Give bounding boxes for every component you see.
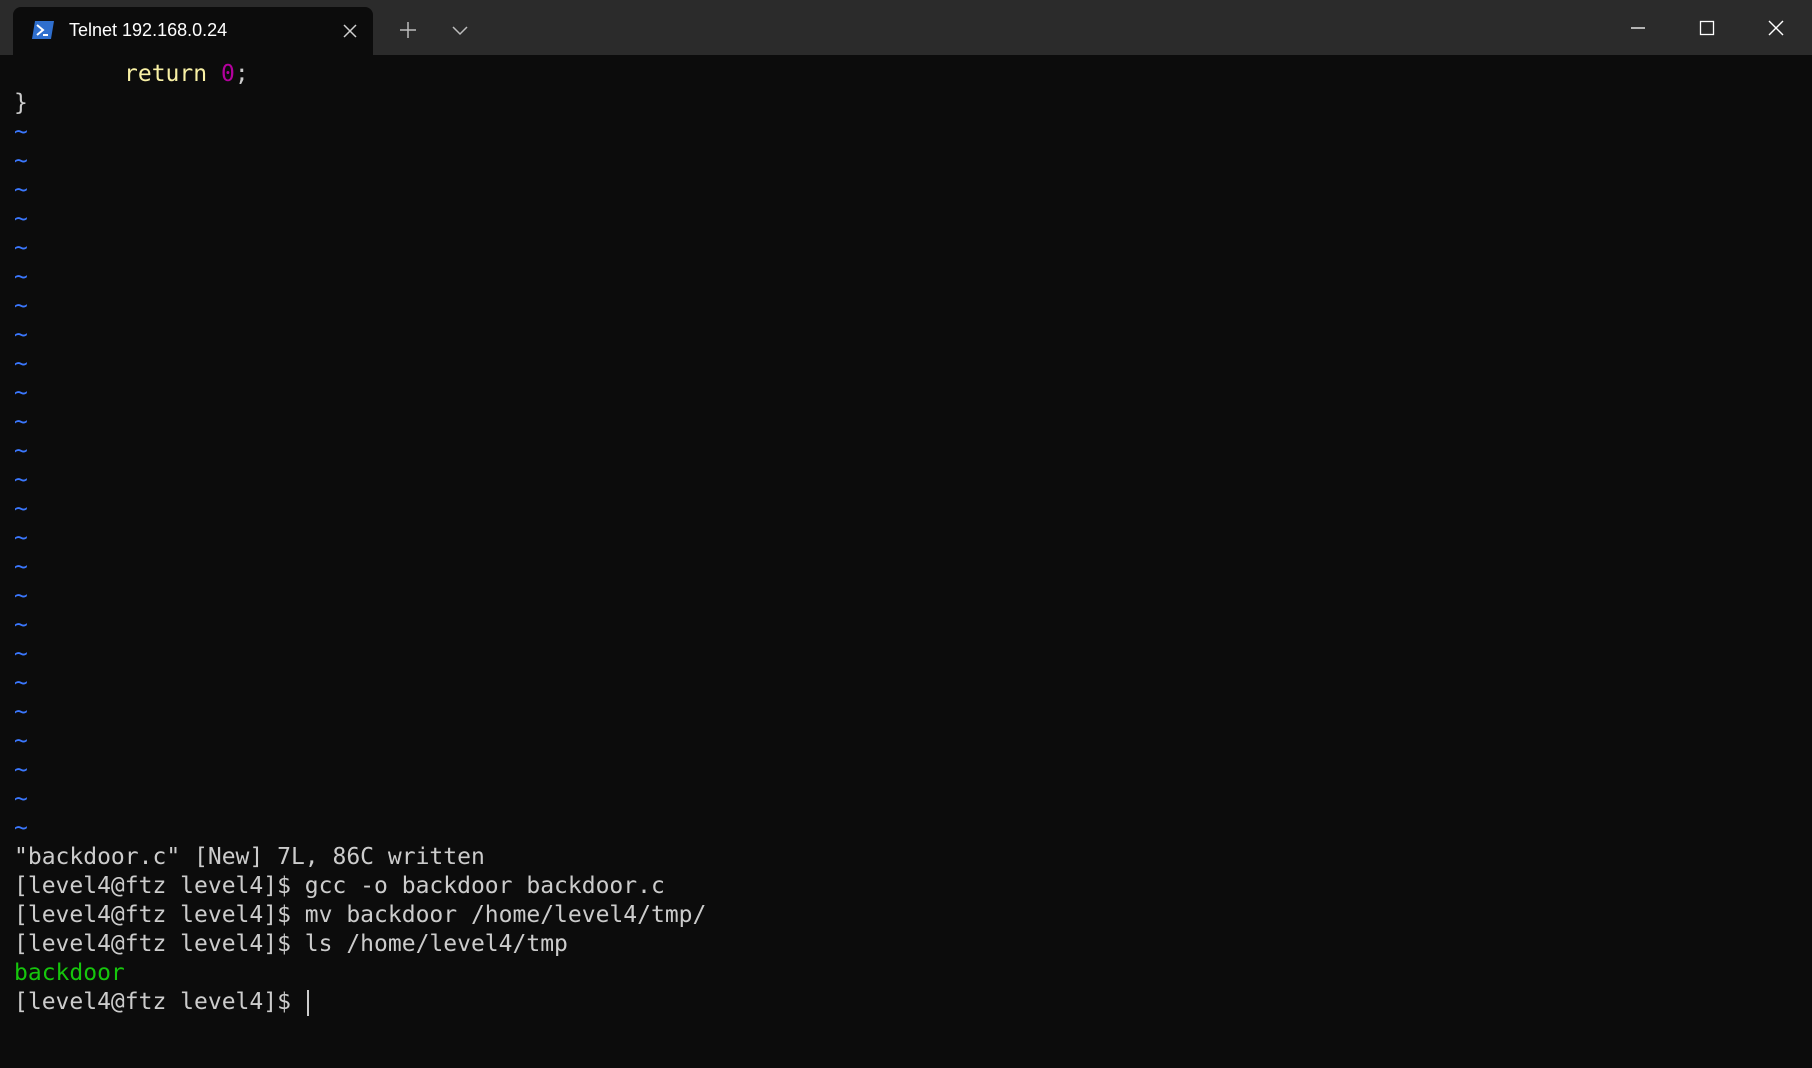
code-line-return: return 0; [14,60,1804,89]
vim-tilde-line: ~ [14,496,28,522]
vim-tilde-line: ~ [14,206,28,232]
vim-tilde-line: ~ [14,728,28,754]
plus-icon[interactable] [390,12,426,48]
shell-line: [level4@ftz level4]$ gcc -o backdoor bac… [14,873,665,899]
shell-line: [level4@ftz level4]$ mv backdoor /home/l… [14,902,707,928]
vim-tilde-line: ~ [14,438,28,464]
close-icon[interactable] [1741,0,1811,55]
vim-tilde-line: ~ [14,699,28,725]
vim-tilde-line: ~ [14,409,28,435]
ls-output-directory: backdoor [14,960,125,986]
code-line-brace: } [14,90,28,116]
vim-tilde-line: ~ [14,670,28,696]
vim-tilde-line: ~ [14,322,28,348]
vim-tilde-line: ~ [14,525,28,551]
vim-tilde-line: ~ [14,264,28,290]
return-keyword: return [124,61,208,87]
vim-tilde-line: ~ [14,177,28,203]
vim-empty-lines: ~ ~ ~ ~ ~ ~ ~ ~ ~ ~ ~ ~ ~ ~ ~ ~ ~ ~ ~ ~ ~ ~ ~ ~ ~ [14,118,1804,843]
shell-line: [level4@ftz level4]$ ls /home/level4/tmp [14,931,568,957]
vim-tilde-line: ~ [14,119,28,145]
tab-telnet[interactable]: Telnet 192.168.0.24 [13,7,373,55]
close-icon[interactable] [337,18,363,44]
terminal-window: Telnet 192.168.0.24 return 0;} ~ ~ ~ ~ … [0,0,1812,1068]
vim-status-message: "backdoor.c" [New] 7L, 86C written [14,844,485,870]
vim-tilde-line: ~ [14,293,28,319]
minimize-icon[interactable] [1603,0,1673,55]
semicolon: ; [234,61,249,87]
vim-tilde-line: ~ [14,815,28,841]
vim-tilde-line: ~ [14,757,28,783]
powershell-icon [31,20,55,40]
vim-tilde-line: ~ [14,554,28,580]
vim-tilde-line: ~ [14,235,28,261]
title-bar[interactable]: Telnet 192.168.0.24 [0,0,1812,55]
vim-tilde-line: ~ [14,148,28,174]
vim-tilde-line: ~ [14,641,28,667]
vim-tilde-line: ~ [14,583,28,609]
chevron-down-icon[interactable] [442,12,478,48]
shell-prompt: [level4@ftz level4]$ [14,989,305,1015]
tab-title: Telnet 192.168.0.24 [69,20,228,40]
text-cursor [306,989,309,1016]
vim-tilde-line: ~ [14,380,28,406]
maximize-icon[interactable] [1672,0,1742,55]
terminal-output[interactable]: return 0; } ~ ~ ~ ~ ~ ~ ~ ~ ~ ~ ~ ~ ~ ~ ~ ~ ~ ~ ~ ~ ~ ~ ~ ~ ~ "b… [14,60,1804,1060]
vim-tilde-line: ~ [14,786,28,812]
vim-tilde-line: ~ [14,612,28,638]
vim-tilde-line: ~ [14,351,28,377]
current-prompt-line[interactable]: [level4@ftz level4]$ [14,988,1804,1017]
vim-tilde-line: ~ [14,467,28,493]
return-value: 0 [220,61,235,87]
